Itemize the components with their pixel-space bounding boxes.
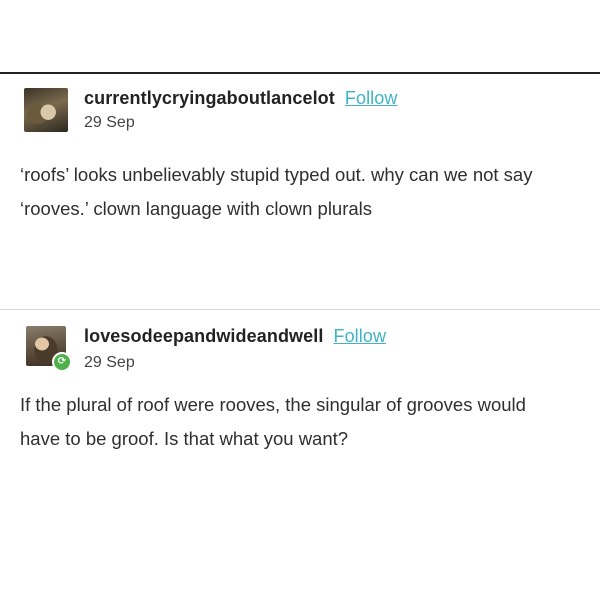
username[interactable]: lovesodeepandwideandwell Follow xyxy=(84,326,386,347)
username[interactable]: currentlycryingaboutlancelot Follow xyxy=(84,88,397,109)
post-header: currentlycryingaboutlancelot Follow 29 Se… xyxy=(20,84,580,140)
user-avatar[interactable] xyxy=(24,88,68,132)
post-text: ‘roofs’ looks unbelievably stupid typed … xyxy=(20,164,533,219)
post-date: 29 Sep xyxy=(84,354,135,371)
post-header: ⟳ lovesodeepandwideandwell Follow 29 Sep xyxy=(20,318,580,374)
post-text: If the plural of roof were rooves, the s… xyxy=(20,394,526,449)
username-text[interactable]: currentlycryingaboutlancelot xyxy=(84,88,335,108)
post-date: 29 Sep xyxy=(84,114,135,131)
follow-button[interactable]: Follow xyxy=(333,326,386,346)
follow-button[interactable]: Follow xyxy=(345,88,398,108)
top-divider xyxy=(0,72,600,74)
post-1: currentlycryingaboutlancelot Follow 29 Se… xyxy=(20,84,580,226)
post-2: ⟳ lovesodeepandwideandwell Follow 29 Sep … xyxy=(20,318,580,456)
reblog-icon: ⟳ xyxy=(52,352,72,372)
username-text[interactable]: lovesodeepandwideandwell xyxy=(84,326,323,346)
post-divider xyxy=(0,309,600,310)
